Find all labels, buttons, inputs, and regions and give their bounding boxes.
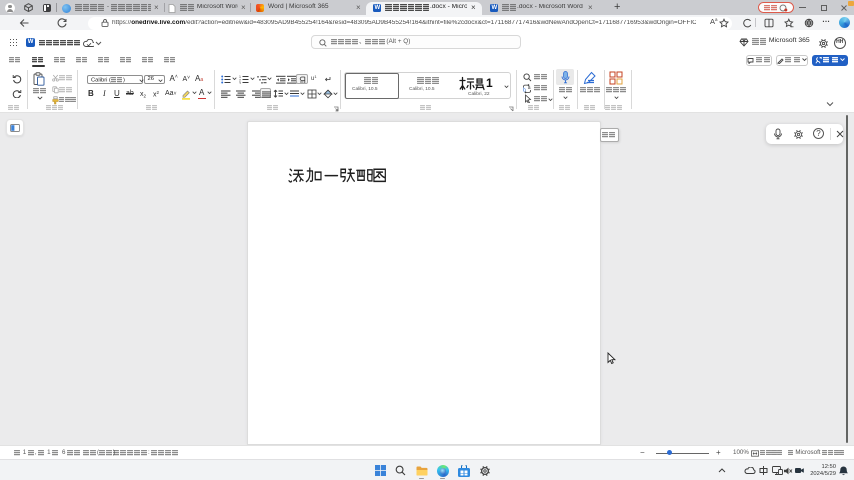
- svg-text:a: a: [528, 85, 531, 91]
- svg-text:b: b: [523, 87, 526, 93]
- svg-text:3: 3: [239, 81, 241, 84]
